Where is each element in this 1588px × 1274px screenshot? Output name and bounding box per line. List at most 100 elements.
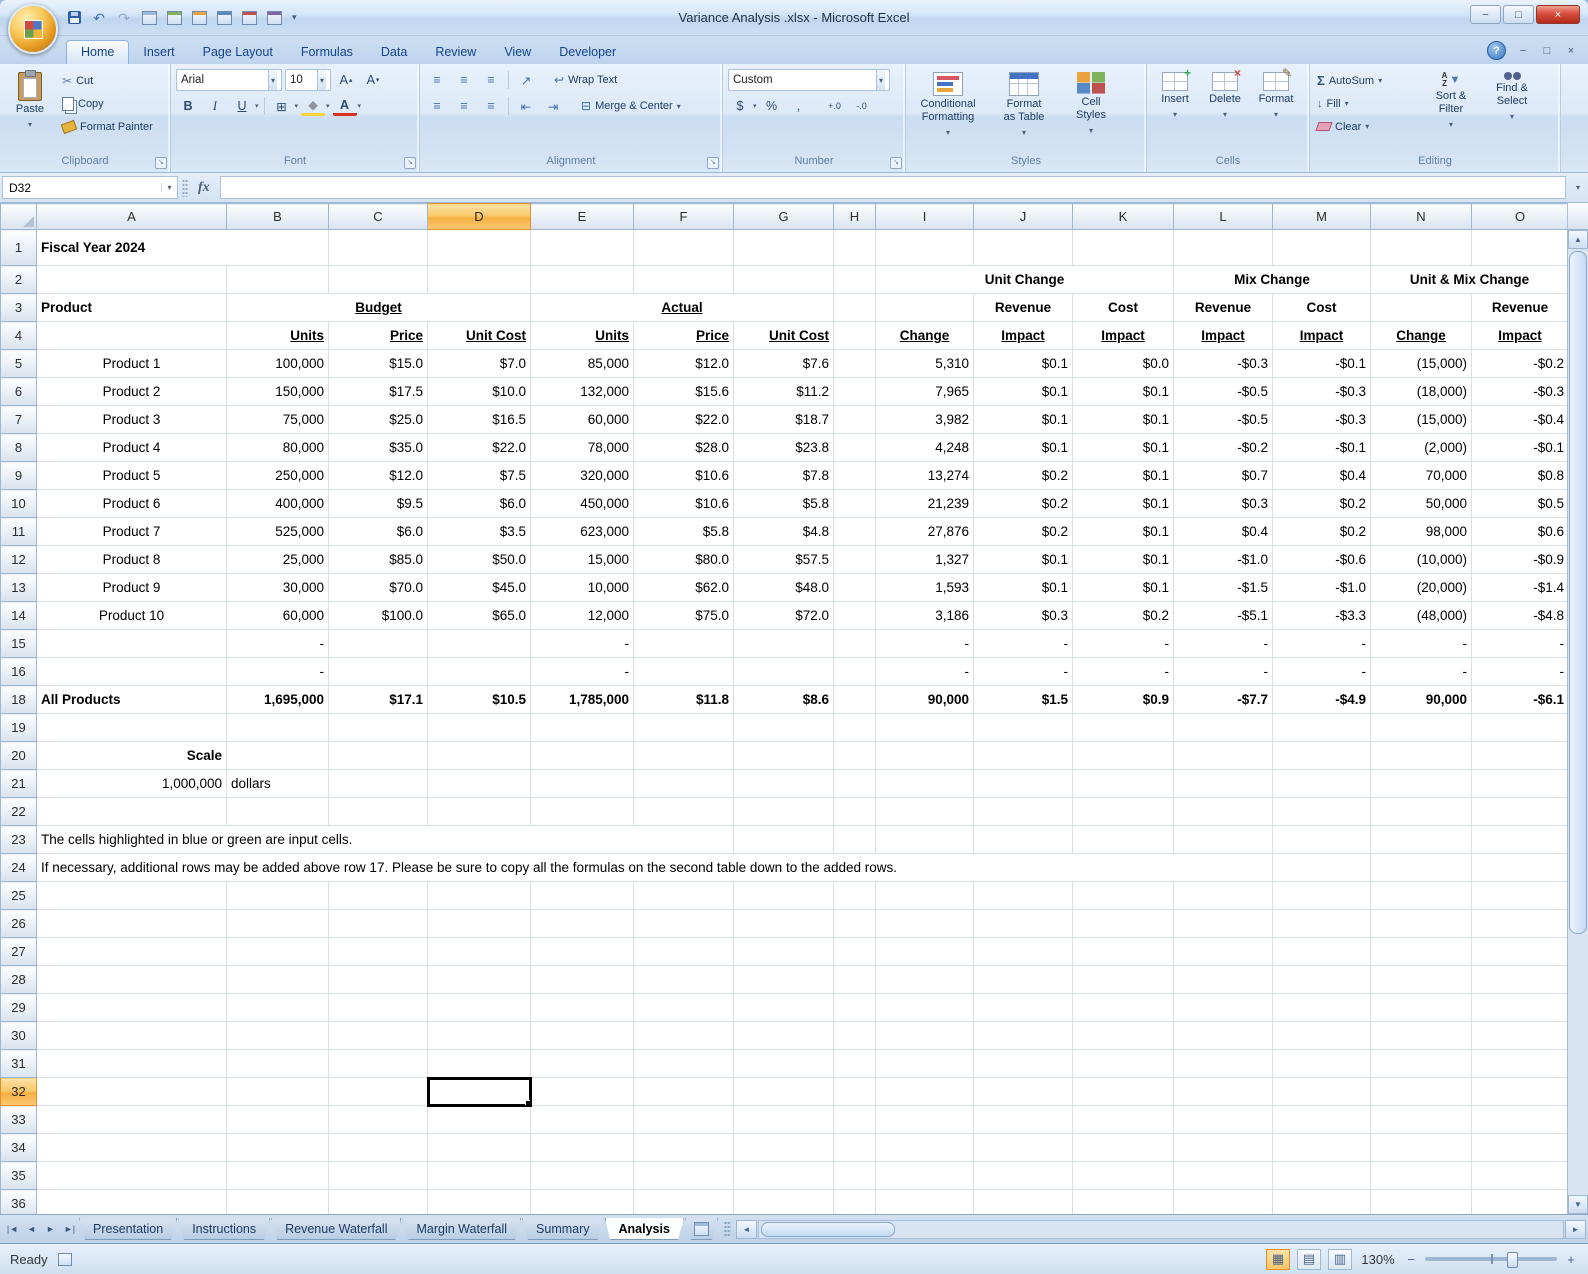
- cell-B15[interactable]: -: [226, 629, 329, 658]
- cell-H21[interactable]: [833, 769, 876, 798]
- fill-button[interactable]: ↓ Fill ▾: [1315, 93, 1419, 114]
- cell-L20[interactable]: [1173, 741, 1273, 770]
- scroll-down-button[interactable]: ▼: [1568, 1195, 1588, 1214]
- cell-M25[interactable]: [1272, 881, 1371, 910]
- cell-F30[interactable]: [633, 1021, 734, 1050]
- cell-B2[interactable]: [226, 265, 329, 294]
- cell-L23[interactable]: [1173, 825, 1273, 854]
- cell-B7[interactable]: 75,000: [226, 405, 329, 434]
- row-header-36[interactable]: 36: [0, 1189, 37, 1214]
- cell-O9[interactable]: $0.8: [1471, 461, 1567, 490]
- cell-K25[interactable]: [1072, 881, 1174, 910]
- cell-B12[interactable]: 25,000: [226, 545, 329, 574]
- vertical-scrollbar-thumb[interactable]: [1569, 251, 1587, 935]
- cell-E4[interactable]: Units: [530, 321, 634, 350]
- cell-A4[interactable]: [36, 321, 227, 350]
- find-select-button[interactable]: Find & Select ▾: [1483, 68, 1541, 155]
- cell-N5[interactable]: (15,000): [1370, 349, 1472, 378]
- cell-H9[interactable]: [833, 461, 876, 490]
- cell-I5[interactable]: 5,310: [875, 349, 974, 378]
- cell-F1[interactable]: [633, 229, 734, 266]
- cell-N1[interactable]: [1370, 229, 1472, 266]
- row-header-16[interactable]: 16: [0, 657, 37, 686]
- cell-D11[interactable]: $3.5: [427, 517, 531, 546]
- cell-G30[interactable]: [733, 1021, 834, 1050]
- cell-L29[interactable]: [1173, 993, 1273, 1022]
- cell-B4[interactable]: Units: [226, 321, 329, 350]
- cell-C34[interactable]: [328, 1133, 428, 1162]
- cell-G2[interactable]: [733, 265, 834, 294]
- cell-N26[interactable]: [1370, 909, 1472, 938]
- cell-J19[interactable]: [973, 713, 1073, 742]
- cell-E30[interactable]: [530, 1021, 634, 1050]
- cell-O32[interactable]: [1471, 1077, 1567, 1106]
- cell-C11[interactable]: $6.0: [328, 517, 428, 546]
- cell-H36[interactable]: [833, 1189, 876, 1214]
- row-header-31[interactable]: 31: [0, 1049, 37, 1078]
- cell-O10[interactable]: $0.5: [1471, 489, 1567, 518]
- cell-C16[interactable]: [328, 657, 428, 686]
- cell-B6[interactable]: 150,000: [226, 377, 329, 406]
- insert-dropdown-arrow[interactable]: ▾: [1173, 108, 1177, 121]
- column-header-H[interactable]: H: [833, 203, 876, 230]
- cell-G7[interactable]: $18.7: [733, 405, 834, 434]
- cell-H29[interactable]: [833, 993, 876, 1022]
- cell-B28[interactable]: [226, 965, 329, 994]
- cell-A13[interactable]: Product 9: [36, 573, 227, 602]
- cell-N36[interactable]: [1370, 1189, 1472, 1214]
- qat-custom-button-5[interactable]: [239, 9, 259, 27]
- cell-M9[interactable]: $0.4: [1272, 461, 1371, 490]
- workbook-minimize-button[interactable]: −: [1514, 45, 1532, 57]
- cell-B21[interactable]: dollars: [226, 769, 329, 798]
- scroll-left-button[interactable]: ◄: [735, 1219, 757, 1239]
- cell-C2[interactable]: [328, 265, 428, 294]
- cell-H7[interactable]: [833, 405, 876, 434]
- cell-B22[interactable]: [226, 797, 329, 826]
- column-header-K[interactable]: K: [1072, 203, 1174, 230]
- insert-function-button[interactable]: fx: [192, 180, 216, 196]
- column-header-J[interactable]: J: [973, 203, 1073, 230]
- cell-O11[interactable]: $0.6: [1471, 517, 1567, 546]
- borders-button[interactable]: ⊞: [270, 96, 294, 116]
- cell-K10[interactable]: $0.1: [1072, 489, 1174, 518]
- cell-D16[interactable]: [427, 657, 531, 686]
- cell-N16[interactable]: -: [1370, 657, 1472, 686]
- clear-button[interactable]: Clear ▾: [1315, 116, 1419, 137]
- cell-H19[interactable]: [833, 713, 876, 742]
- sort-filter-dropdown-arrow[interactable]: ▾: [1449, 118, 1453, 131]
- cell-E1[interactable]: [530, 229, 634, 266]
- cell-M32[interactable]: [1272, 1077, 1371, 1106]
- cell-O1[interactable]: [1471, 229, 1567, 266]
- cell-G21[interactable]: [733, 769, 834, 798]
- row-header-27[interactable]: 27: [0, 937, 37, 966]
- cell-C25[interactable]: [328, 881, 428, 910]
- cell-M8[interactable]: -$0.1: [1272, 433, 1371, 462]
- cell-N15[interactable]: -: [1370, 629, 1472, 658]
- cell-O33[interactable]: [1471, 1105, 1567, 1134]
- cell-O25[interactable]: [1471, 881, 1567, 910]
- row-header-8[interactable]: 8: [0, 433, 37, 462]
- cell-C30[interactable]: [328, 1021, 428, 1050]
- cell-C36[interactable]: [328, 1189, 428, 1214]
- minimize-button[interactable]: −: [1470, 5, 1501, 24]
- cell-A34[interactable]: [36, 1133, 227, 1162]
- page-layout-view-button[interactable]: ▤: [1297, 1248, 1321, 1270]
- cell-H35[interactable]: [833, 1161, 876, 1190]
- cell-H16[interactable]: [833, 657, 876, 686]
- cell-E2[interactable]: [530, 265, 634, 294]
- cell-C6[interactable]: $17.5: [328, 377, 428, 406]
- cell-I8[interactable]: 4,248: [875, 433, 974, 462]
- cell-C31[interactable]: [328, 1049, 428, 1078]
- cell-G23[interactable]: [733, 825, 834, 854]
- cell-K20[interactable]: [1072, 741, 1174, 770]
- clipboard-dialog-launcher[interactable]: ↘: [155, 157, 167, 169]
- cell-I9[interactable]: 13,274: [875, 461, 974, 490]
- cell-I18[interactable]: 90,000: [875, 685, 974, 714]
- cell-J7[interactable]: $0.1: [973, 405, 1073, 434]
- cell-I1[interactable]: [875, 229, 974, 266]
- cell-I19[interactable]: [875, 713, 974, 742]
- cell-A29[interactable]: [36, 993, 227, 1022]
- align-middle-button[interactable]: ≡: [452, 70, 476, 90]
- cell-B19[interactable]: [226, 713, 329, 742]
- cell-N30[interactable]: [1370, 1021, 1472, 1050]
